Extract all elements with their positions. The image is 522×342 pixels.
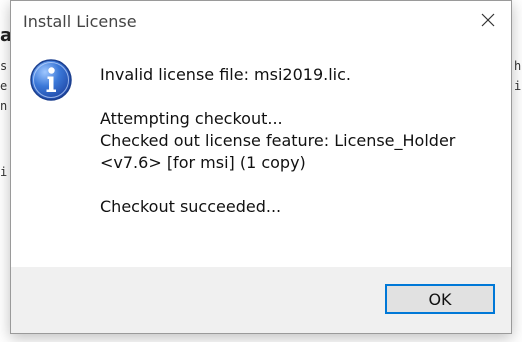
- message-line: Invalid license file: msi2019.lic.: [100, 65, 351, 84]
- dialog-content: Invalid license file: msi2019.lic. Attem…: [11, 41, 511, 267]
- message-line: [100, 174, 500, 196]
- message-text: Invalid license file: msi2019.lic. Attem…: [100, 64, 500, 218]
- install-license-dialog: Install License Invalid license file: ms…: [10, 0, 512, 334]
- close-button[interactable]: [465, 1, 511, 41]
- background-text-fragment: h: [514, 59, 522, 73]
- dialog-footer: OK: [11, 267, 511, 333]
- background-text-fragment: i: [514, 79, 522, 93]
- background-text-fragment: i: [0, 165, 8, 179]
- background-text-fragment: e: [0, 79, 8, 93]
- dialog-titlebar[interactable]: Install License: [11, 1, 511, 41]
- info-icon: [29, 58, 73, 102]
- background-text-fragment: n: [0, 99, 8, 113]
- message-line: Checkout succeeded...: [100, 197, 282, 216]
- message-line: Attempting checkout...: [100, 109, 283, 128]
- message-line: [100, 86, 500, 108]
- dialog-title: Install License: [23, 12, 137, 31]
- message-line: Checked out license feature: License_Hol…: [100, 131, 456, 150]
- ok-button[interactable]: OK: [385, 284, 495, 314]
- close-icon: [481, 12, 495, 31]
- message-line: <v7.6> [for msi] (1 copy): [100, 153, 306, 172]
- background-text-fragment: s: [0, 59, 8, 73]
